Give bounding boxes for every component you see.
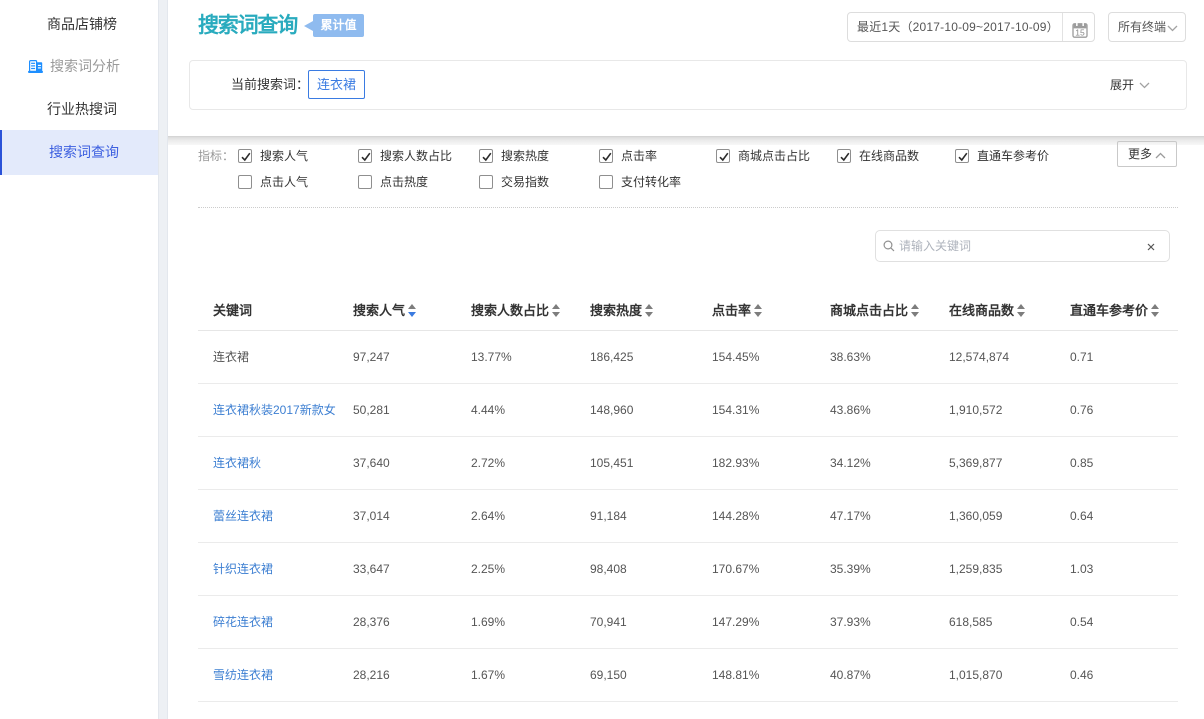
- svg-text:15: 15: [1075, 27, 1085, 37]
